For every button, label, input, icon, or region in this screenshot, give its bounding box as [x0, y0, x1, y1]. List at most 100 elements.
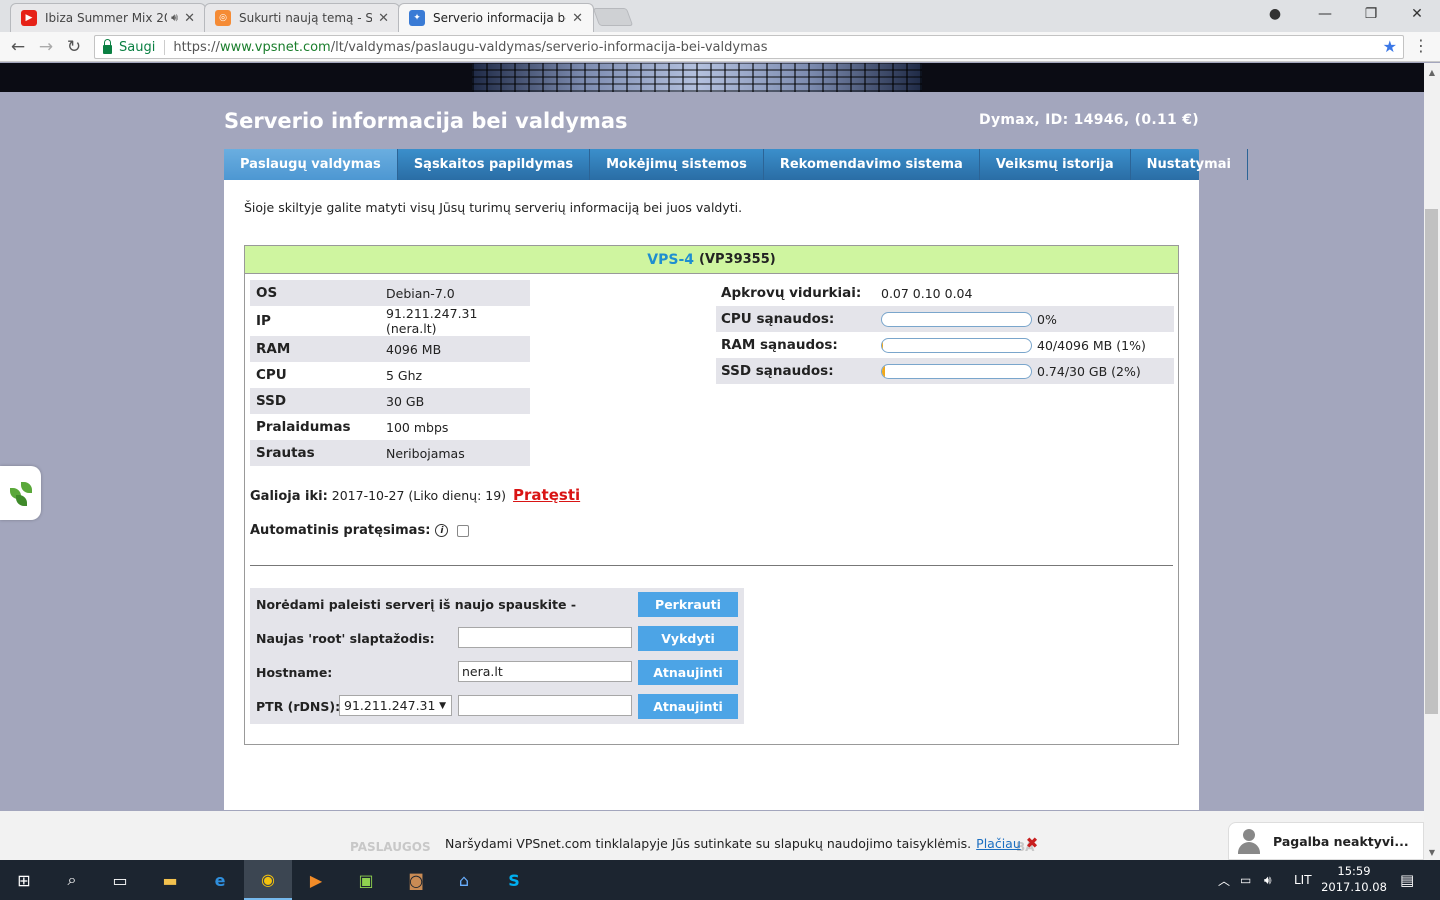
bookmark-star-icon[interactable]: ★	[1383, 37, 1397, 56]
tab-mokejimu-sistemos[interactable]: Mokėjimų sistemos	[590, 149, 764, 180]
auto-renew-checkbox[interactable]	[457, 524, 470, 537]
vps-code: (VP39355)	[699, 252, 776, 267]
close-tab-icon[interactable]: ✕	[184, 11, 195, 26]
table-row: SSD 30 GB	[250, 388, 530, 414]
root-password-label: Naujas 'root' slaptažodis:	[256, 631, 435, 646]
browser-menu-icon[interactable]: ⋮	[1413, 36, 1429, 55]
browser-tab-title: Serverio informacija bei v	[433, 11, 566, 25]
clock[interactable]: 15:59 2017.10.08	[1316, 863, 1392, 895]
profile-icon[interactable]: ●	[1252, 0, 1298, 28]
tab-nustatymai[interactable]: Nustatymai	[1131, 149, 1248, 180]
cookie-notice: Naršydami VPSnet.com tinklalapyje Jūs su…	[445, 834, 1038, 852]
help-chat-label: Pagalba neaktyvi...	[1273, 833, 1409, 849]
forum-favicon-icon: ◎	[215, 10, 231, 26]
tab-veiksmu-istorija[interactable]: Veiksmų istorija	[980, 149, 1131, 180]
edge-icon[interactable]: e	[196, 860, 244, 900]
help-chat-widget[interactable]: Pagalba neaktyvi...	[1228, 822, 1424, 860]
load-label: Apkrovų vidurkiai:	[721, 285, 862, 301]
app-icon-1[interactable]: ▣	[342, 860, 390, 900]
root-password-input[interactable]	[458, 627, 632, 648]
ptr-ip-select[interactable]: 91.211.247.31 ▼	[339, 695, 452, 716]
tab-paslaugu-valdymas[interactable]: Paslaugų valdymas	[224, 149, 398, 180]
close-icon[interactable]: ✖	[1026, 834, 1039, 852]
youtube-icon: ▶	[21, 10, 37, 26]
close-window-icon[interactable]: ✕	[1394, 0, 1440, 28]
vps-name[interactable]: VPS-4	[647, 252, 694, 268]
ptr-row: PTR (rDNS): 91.211.247.31 ▼ Atnaujinti	[250, 690, 744, 724]
leaf-icon	[8, 478, 34, 508]
hostname-label: Hostname:	[256, 665, 333, 680]
root-password-row: Naujas 'root' slaptažodis: Vykdyti	[250, 622, 744, 656]
volume-icon[interactable]: 🔊︎	[1264, 860, 1272, 900]
table-row: OS Debian-7.0	[250, 280, 530, 306]
side-widget[interactable]	[0, 466, 41, 520]
info-icon[interactable]: i	[435, 524, 449, 537]
lock-icon	[103, 38, 112, 54]
file-explorer-icon[interactable]: ▬	[146, 860, 194, 900]
address-toolbar: ← → ↻ Saugi https://www.vpsnet.com/lt/va…	[0, 32, 1440, 62]
chrome-icon[interactable]: ◉	[244, 860, 292, 900]
reload-icon[interactable]: ↻	[62, 36, 86, 58]
notifications-icon[interactable]: ▤	[1400, 860, 1414, 900]
scroll-up-icon[interactable]: ▲	[1424, 65, 1440, 79]
browser-tab-title: Ibiza Summer Mix 2017	[45, 11, 167, 25]
url-text: https://www.vpsnet.com/lt/valdymas/pasla…	[173, 39, 768, 55]
user-account-info: Dymax, ID: 14946, (0.11 €)	[979, 112, 1199, 128]
forward-arrow-icon[interactable]: →	[34, 36, 58, 58]
tray-chevron-icon[interactable]: ︿	[1218, 860, 1230, 900]
intro-text: Šioje skiltyje galite matyti visų Jūsų t…	[244, 200, 743, 215]
skype-icon[interactable]: S	[490, 860, 538, 900]
vps-header: VPS-4 (VP39355)	[245, 246, 1178, 274]
close-tab-icon[interactable]: ✕	[378, 11, 389, 26]
windows-taskbar: ⊞ ⌕ ▭ ▬ e ◉ ▶ ▣ ◙ ⌂ S ︿ ▭ 🔊︎ LIT 15:59 2…	[0, 860, 1440, 900]
search-icon[interactable]: ⌕	[48, 860, 96, 900]
table-row: IP 91.211.247.31 (nera.lt)	[256, 306, 478, 336]
media-player-icon[interactable]: ▶	[292, 860, 340, 900]
windows-start-icon[interactable]: ⊞	[0, 860, 48, 900]
app-icon-2[interactable]: ◙	[392, 860, 440, 900]
content-panel: Šioje skiltyje galite matyti visų Jūsų t…	[224, 180, 1199, 810]
browser-tab-0[interactable]: ▶ Ibiza Summer Mix 2017 🔊︎ ✕	[10, 3, 206, 32]
restart-button[interactable]: Perkrauti	[638, 592, 738, 617]
tab-rekomendavimo-sistema[interactable]: Rekomendavimo sistema	[764, 149, 980, 180]
minimize-icon[interactable]: —	[1302, 0, 1348, 28]
hostname-update-button[interactable]: Atnaujinti	[638, 660, 738, 685]
auto-renew-row: Automatinis pratęsimas: i	[250, 523, 470, 538]
back-arrow-icon[interactable]: ←	[6, 36, 30, 58]
table-row: CPU sąnaudos: 0%	[716, 306, 1174, 332]
ptr-update-button[interactable]: Atnaujinti	[638, 694, 738, 719]
renew-link[interactable]: Pratęsti	[513, 486, 580, 504]
secure-label: Saugi	[119, 39, 166, 55]
new-tab-button[interactable]	[592, 8, 634, 26]
close-tab-icon[interactable]: ✕	[572, 11, 583, 26]
page-viewport: Serverio informacija bei valdymas Dymax,…	[0, 63, 1424, 860]
table-row: RAM 4096 MB	[250, 336, 530, 362]
task-view-icon[interactable]: ▭	[96, 860, 144, 900]
url-bar[interactable]: Saugi https://www.vpsnet.com/lt/valdymas…	[94, 35, 1404, 59]
root-password-button[interactable]: Vykdyti	[638, 626, 738, 651]
maximize-icon[interactable]: ❐	[1348, 0, 1394, 28]
footer-link-paslaugos[interactable]: PASLAUGOS	[350, 840, 431, 854]
browser-tab-title: Sukurti naują temą - Sup	[239, 11, 373, 25]
app-icon-3[interactable]: ⌂	[440, 860, 488, 900]
server-actions: Norėdami paleisti serverį iš naujo spaus…	[250, 588, 744, 724]
ram-usage-bar	[881, 338, 1032, 353]
hostname-row: Hostname: nera.lt Atnaujinti	[250, 656, 744, 690]
language-indicator[interactable]: LIT	[1294, 860, 1312, 900]
browser-tab-1[interactable]: ◎ Sukurti naują temą - Sup ✕	[204, 3, 400, 32]
site-banner	[0, 63, 1424, 92]
valid-value: 2017-10-27 (Liko dienų: 19)	[331, 488, 507, 503]
vpsnet-favicon-icon: ✦	[409, 10, 425, 26]
scrollbar-thumb[interactable]	[1425, 209, 1438, 714]
main-nav: Paslaugų valdymas Sąskaitos papildymas M…	[224, 149, 1248, 180]
network-icon[interactable]: ▭	[1240, 860, 1251, 900]
browser-tab-2[interactable]: ✦ Serverio informacija bei v ✕	[398, 3, 594, 32]
ptr-label: PTR (rDNS):	[256, 699, 341, 714]
scroll-down-icon[interactable]: ▼	[1424, 845, 1440, 859]
ptr-input[interactable]	[458, 695, 632, 716]
table-row: RAM sąnaudos: 40/4096 MB (1%)	[721, 337, 1146, 353]
cookie-more-link[interactable]: Plačiau	[976, 836, 1021, 851]
ssd-usage-bar	[881, 364, 1032, 379]
tab-saskaitos-papildymas[interactable]: Sąskaitos papildymas	[398, 149, 591, 180]
hostname-input[interactable]: nera.lt	[458, 661, 632, 682]
